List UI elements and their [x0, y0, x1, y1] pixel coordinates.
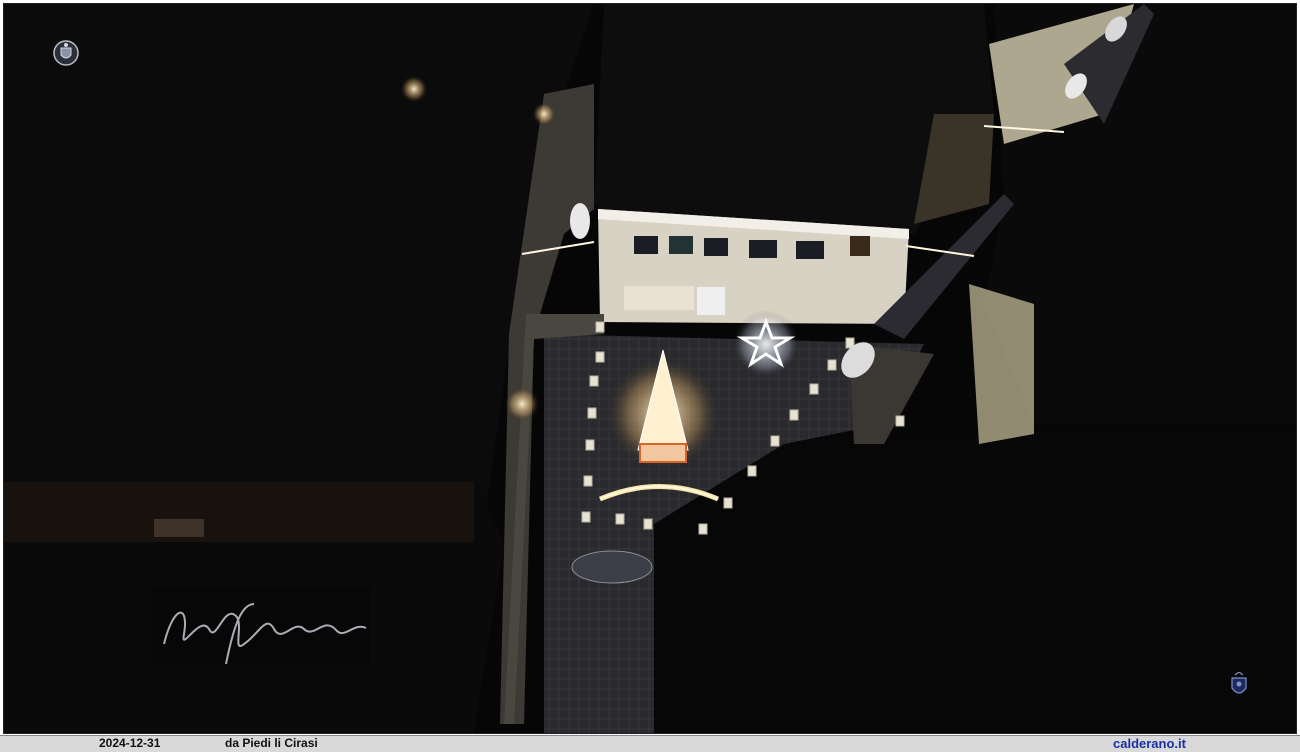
- planter: [770, 435, 780, 447]
- planter: [587, 407, 597, 419]
- planter: [723, 497, 733, 509]
- planter: [595, 321, 605, 333]
- facade-window: [634, 236, 658, 254]
- planter: [581, 511, 591, 523]
- tree-base: [639, 443, 687, 463]
- viewer-frame: 2024-12-31 da Piedi li Cirasi calderano.…: [0, 0, 1300, 752]
- facade-window: [796, 241, 824, 259]
- shop-sign: [697, 287, 725, 315]
- piazza-scene: [4, 4, 1296, 733]
- photo-date: 2024-12-31: [99, 736, 161, 750]
- planter: [827, 359, 837, 371]
- planter: [615, 513, 625, 525]
- planter: [589, 375, 599, 387]
- right-facade: [969, 284, 1034, 444]
- parked-car: [570, 203, 590, 239]
- planter: [789, 409, 799, 421]
- aerial-night-photo: [3, 3, 1297, 734]
- planter: [809, 383, 819, 395]
- planter: [585, 439, 595, 451]
- planter: [595, 351, 605, 363]
- facade-window: [704, 238, 728, 256]
- crest-icon: [1231, 672, 1247, 694]
- facade-window: [850, 236, 870, 256]
- street-lamp-glow: [504, 386, 540, 422]
- caption-bar: 2024-12-31 da Piedi li Cirasi calderano.…: [0, 735, 1300, 752]
- parked-car: [571, 550, 653, 584]
- window-glow: [400, 75, 428, 103]
- window-glow: [154, 519, 204, 537]
- planter: [747, 465, 757, 477]
- planter: [583, 475, 593, 487]
- website-link[interactable]: calderano.it: [1113, 736, 1186, 751]
- shop-front: [624, 286, 694, 310]
- crest-icon: [53, 40, 79, 66]
- facade-window: [669, 236, 693, 254]
- planter: [698, 523, 708, 535]
- planter: [895, 415, 905, 427]
- signature-watermark: [152, 587, 370, 665]
- photo-location: da Piedi li Cirasi: [225, 736, 318, 750]
- lit-building-row: [4, 482, 474, 542]
- planter: [643, 518, 653, 530]
- facade-window: [749, 240, 777, 258]
- street-lamp-glow: [532, 102, 556, 126]
